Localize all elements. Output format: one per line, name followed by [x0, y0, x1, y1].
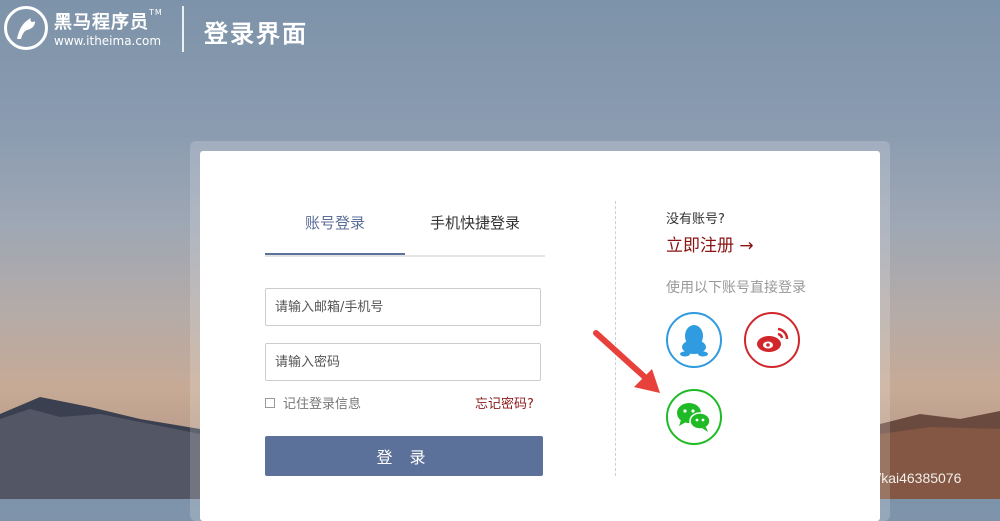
horse-logo-icon[interactable] — [4, 6, 48, 50]
tab-phone-login[interactable]: 手机快捷登录 — [405, 207, 545, 253]
no-account-text: 没有账号? — [666, 212, 725, 227]
weibo-login-button[interactable] — [744, 312, 800, 368]
username-input[interactable] — [265, 288, 541, 326]
password-input[interactable] — [265, 343, 541, 381]
qq-icon — [680, 325, 708, 357]
watermark: https://blog.csdn.net/kai46385076 — [752, 470, 962, 486]
weibo-icon — [757, 327, 789, 352]
forgot-password-link[interactable]: 忘记密码? — [475, 393, 534, 412]
wechat-login-button[interactable] — [666, 389, 722, 445]
qq-login-button[interactable] — [666, 312, 722, 368]
login-card: 账号登录 手机快捷登录 记住登录信息 忘记密码? 登 录 没有账号? 立即注册 … — [200, 151, 880, 521]
tab-account-login[interactable]: 账号登录 — [265, 207, 405, 255]
brand-url: www.itheima.com — [54, 34, 162, 48]
register-link[interactable]: 立即注册 → — [666, 231, 754, 256]
wechat-icon — [677, 403, 711, 432]
login-button[interactable]: 登 录 — [265, 436, 543, 476]
brand-trademark: TM — [149, 8, 163, 17]
remember-label: 记住登录信息 — [283, 397, 362, 412]
remember-me[interactable]: 记住登录信息 — [265, 393, 361, 412]
remember-checkbox[interactable] — [265, 397, 275, 408]
page-title: 登录界面 — [204, 20, 308, 48]
brand-name: 黑马程序员TM — [54, 8, 163, 33]
direct-login-text: 使用以下账号直接登录 — [666, 280, 806, 296]
header-divider — [182, 6, 184, 52]
site-header: 黑马程序员TM www.itheima.com 登录界面 — [0, 0, 1000, 56]
red-arrow-icon — [593, 330, 660, 393]
login-tabs: 账号登录 手机快捷登录 — [265, 207, 545, 257]
